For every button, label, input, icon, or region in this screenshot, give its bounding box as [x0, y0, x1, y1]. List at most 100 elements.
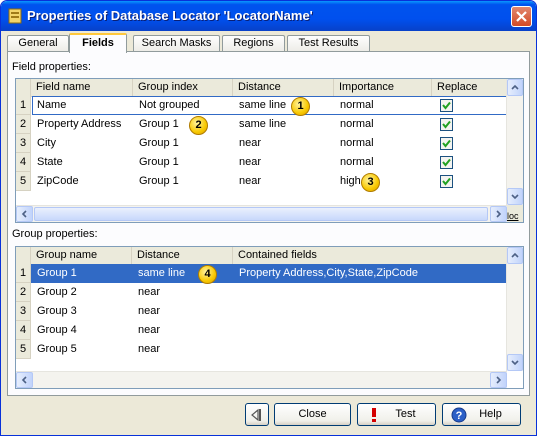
distance-cell[interactable]: near	[132, 302, 160, 321]
group-name-cell[interactable]: Group 4	[31, 321, 77, 340]
horizontal-scrollbar[interactable]	[16, 205, 507, 222]
field-properties-grid[interactable]: Field name Group index Distance Importan…	[15, 78, 524, 223]
help-button-label: Help	[479, 408, 502, 420]
scroll-down-button[interactable]	[507, 188, 523, 205]
callout-badge: 3	[361, 173, 380, 192]
replace-checkbox[interactable]	[440, 137, 453, 150]
scroll-down-button[interactable]	[507, 354, 523, 371]
importance-cell[interactable]: high	[334, 172, 361, 191]
replace-checkbox[interactable]	[440, 118, 453, 131]
checkmark-icon	[442, 177, 451, 186]
scroll-up-button[interactable]	[507, 247, 523, 264]
field-name-cell[interactable]: City	[31, 134, 56, 153]
distance-cell[interactable]: near	[132, 283, 160, 302]
group-name-cell[interactable]: Group 2	[31, 283, 77, 302]
table-row[interactable]: 2 Group 2 near	[16, 283, 507, 302]
field-name-cell[interactable]: Name	[31, 96, 66, 115]
close-icon	[516, 11, 527, 22]
group-index-cell[interactable]: Group 1	[133, 172, 179, 191]
chevron-left-icon	[21, 210, 27, 218]
test-button[interactable]: Test	[357, 403, 436, 426]
group-name-cell[interactable]: Group 1	[31, 264, 77, 283]
contained-fields-cell[interactable]	[233, 283, 239, 302]
header-corner	[16, 247, 31, 264]
header-field-name[interactable]: Field name	[31, 79, 133, 96]
group-name-cell[interactable]: Group 5	[31, 340, 77, 359]
contained-fields-cell[interactable]	[233, 321, 239, 340]
tab-fields[interactable]: Fields	[69, 33, 127, 53]
scroll-left-button[interactable]	[16, 372, 33, 388]
contained-fields-cell[interactable]	[233, 302, 239, 321]
header-replace[interactable]: Replace	[432, 79, 507, 96]
table-row[interactable]: 1 Name Not grouped same line normal	[16, 96, 518, 115]
field-name-cell[interactable]: State	[31, 153, 63, 172]
table-row[interactable]: 3 Group 3 near	[16, 302, 507, 321]
horizontal-scroll-thumb[interactable]	[34, 207, 488, 221]
group-index-cell[interactable]: Group 1	[133, 153, 179, 172]
tab-regions[interactable]: Regions	[222, 35, 285, 52]
replace-checkbox[interactable]	[440, 156, 453, 169]
group-index-cell[interactable]: Not grouped	[133, 96, 200, 115]
header-importance[interactable]: Importance	[334, 79, 432, 96]
help-icon: ?	[451, 407, 467, 423]
header-distance[interactable]: Distance	[233, 79, 334, 96]
header-contained-fields[interactable]: Contained fields	[233, 247, 507, 264]
back-button[interactable]	[245, 403, 269, 426]
table-row[interactable]: 4 State Group 1 near normal	[16, 153, 507, 172]
title-bar[interactable]: Properties of Database Locator 'LocatorN…	[1, 1, 536, 31]
distance-cell[interactable]: same line	[132, 264, 185, 283]
distance-cell[interactable]: same line	[233, 96, 286, 115]
distance-cell[interactable]: near	[233, 134, 261, 153]
table-row[interactable]: 5 Group 5 near	[16, 340, 507, 359]
row-number: 1	[16, 96, 31, 115]
table-row[interactable]: 1 Group 1 same line Property Address,Cit…	[16, 264, 507, 283]
distance-cell[interactable]: near	[233, 172, 261, 191]
importance-cell[interactable]: normal	[334, 115, 374, 134]
table-row[interactable]: 5 ZipCode Group 1 near high	[16, 172, 507, 191]
importance-cell[interactable]: normal	[334, 153, 374, 172]
tab-test-results[interactable]: Test Results	[287, 35, 370, 52]
vertical-scrollbar[interactable]	[506, 79, 523, 205]
scroll-right-button[interactable]	[490, 372, 507, 388]
callout-badge: 1	[291, 97, 310, 116]
horizontal-scrollbar[interactable]	[16, 371, 507, 388]
chevron-left-icon	[21, 376, 27, 384]
importance-cell[interactable]: normal	[334, 134, 374, 153]
importance-cell[interactable]: normal	[334, 96, 374, 115]
close-button[interactable]: Close	[274, 403, 351, 426]
table-row[interactable]: 2 Property Address Group 1 same line nor…	[16, 115, 507, 134]
header-group-name[interactable]: Group name	[31, 247, 132, 264]
grid-header: Group name Distance Contained fields	[16, 247, 507, 265]
exclamation-icon	[372, 408, 376, 422]
scroll-right-button[interactable]	[490, 206, 507, 222]
scroll-left-button[interactable]	[16, 206, 33, 222]
contained-fields-cell[interactable]: Property Address,City,State,ZipCode	[233, 264, 418, 283]
contained-fields-cell[interactable]	[233, 340, 239, 359]
table-row[interactable]: 4 Group 4 near	[16, 321, 507, 340]
close-window-button[interactable]	[511, 6, 532, 27]
distance-cell[interactable]: near	[132, 340, 160, 359]
distance-cell[interactable]: near	[233, 153, 261, 172]
distance-cell[interactable]: same line	[233, 115, 286, 134]
tab-search-masks[interactable]: Search Masks	[133, 35, 220, 52]
dialog-window: Properties of Database Locator 'LocatorN…	[0, 0, 537, 436]
group-properties-grid[interactable]: Group name Distance Contained fields 1 G…	[15, 246, 524, 389]
group-index-cell[interactable]: Group 1	[133, 134, 179, 153]
vertical-scrollbar[interactable]	[506, 247, 523, 371]
test-button-label: Test	[395, 408, 416, 420]
header-distance[interactable]: Distance	[132, 247, 233, 264]
table-row[interactable]: 3 City Group 1 near normal	[16, 134, 507, 153]
group-name-cell[interactable]: Group 3	[31, 302, 77, 321]
help-button[interactable]: ? Help	[442, 403, 521, 426]
field-name-cell[interactable]: ZipCode	[31, 172, 79, 191]
chevron-right-icon	[496, 376, 502, 384]
field-name-cell[interactable]: Property Address	[31, 115, 121, 134]
distance-cell[interactable]: near	[132, 321, 160, 340]
scroll-up-button[interactable]	[507, 79, 523, 96]
group-index-cell[interactable]: Group 1	[133, 115, 179, 134]
tab-general[interactable]: General	[7, 35, 69, 52]
replace-checkbox[interactable]	[440, 175, 453, 188]
replace-checkbox[interactable]	[440, 99, 453, 112]
header-group-index[interactable]: Group index	[133, 79, 233, 96]
checkmark-icon	[442, 101, 451, 110]
